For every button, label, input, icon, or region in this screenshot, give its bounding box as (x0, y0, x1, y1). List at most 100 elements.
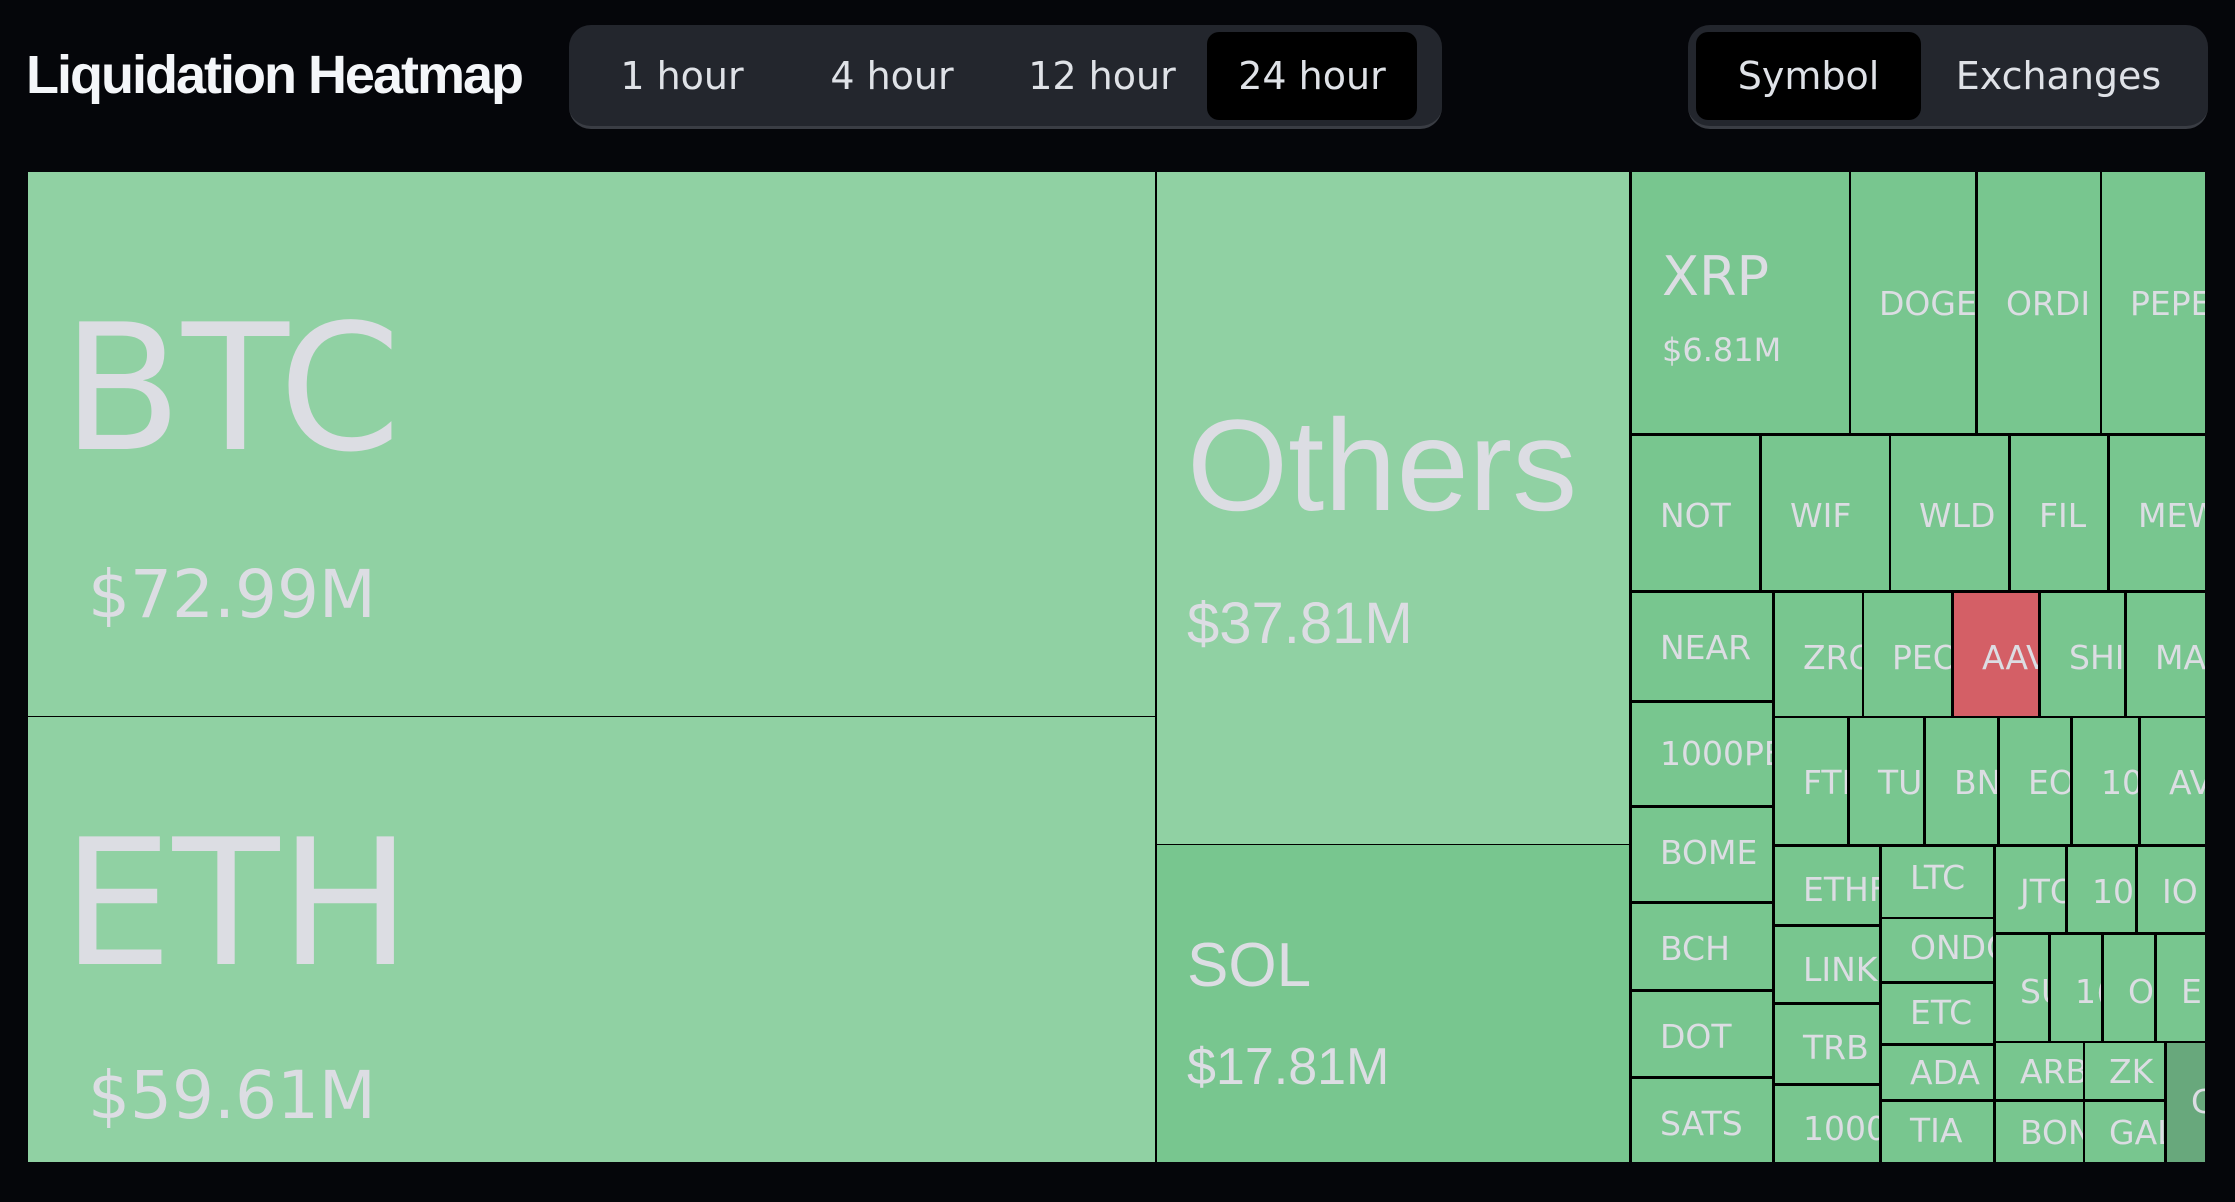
tile-not[interactable]: NOT (1632, 436, 1759, 590)
tile-symbol: GAL (2109, 1113, 2164, 1152)
tile-symbol: AV (2169, 763, 2205, 802)
tile-o[interactable]: O (2104, 935, 2154, 1041)
tile-near[interactable]: NEAR (1632, 593, 1772, 700)
tile-tia[interactable]: TIA (1882, 1102, 1993, 1162)
tile-symbol: SHI (2069, 638, 2124, 677)
tile-c[interactable]: C (2167, 1043, 2205, 1162)
tile-sats[interactable]: SATS (1632, 1079, 1772, 1162)
liquidation-treemap: BTC $72.99M ETH $59.61M Others $37.81M SOL $17.… (28, 172, 2205, 1162)
tile-symbol: 10 (2101, 763, 2138, 802)
tile-io[interactable]: IO (2138, 847, 2205, 932)
tile-trb[interactable]: TRB (1775, 1005, 1879, 1083)
page-title: Liquidation Heatmap (26, 45, 524, 105)
tile-10[interactable]: 10 (2073, 718, 2138, 844)
tile-pepe[interactable]: PEPE (2102, 172, 2205, 433)
tile-symbol: SATS (1660, 1104, 1743, 1143)
timeframe-selector: 1 hour 4 hour 12 hour 24 hour (569, 25, 1442, 129)
tile-bch[interactable]: BCH (1632, 904, 1772, 989)
tile-wld[interactable]: WLD (1891, 436, 2008, 590)
tile-symbol: ORDI (2006, 284, 2091, 323)
tile-jto[interactable]: JTO (1996, 847, 2065, 932)
tile-1000s[interactable]: 1000S (1775, 1086, 1879, 1162)
tile-shi[interactable]: SHI (2041, 593, 2124, 716)
tile-symbol: LTC (1910, 858, 1966, 897)
tile-etc[interactable]: ETC (1882, 984, 1993, 1043)
tile-link[interactable]: LINK (1775, 927, 1879, 1002)
tile-ethf[interactable]: ETHF (1775, 847, 1879, 924)
tile-mew[interactable]: MEW (2110, 436, 2205, 590)
tile-value: $17.81M (1187, 1038, 1390, 1096)
tile-e[interactable]: E (2157, 935, 2205, 1041)
tile-symbol: 1000PE (1660, 734, 1772, 773)
tile-symbol: PEO (1892, 638, 1951, 677)
tile-symbol: AAV (1982, 638, 2038, 677)
tile-symbol: ETHF (1803, 870, 1879, 909)
tile-peo[interactable]: PEO (1864, 593, 1951, 716)
tile-fti[interactable]: FTI (1775, 718, 1847, 844)
tile-symbol: ETH (62, 803, 412, 1006)
tile-symbol: BCH (1660, 929, 1730, 968)
tile-bn[interactable]: BN (1926, 718, 1997, 844)
tile-symbol: 1000S (1803, 1109, 1879, 1148)
tile-symbol: WIF (1790, 496, 1852, 535)
tile-fil[interactable]: FIL (2011, 436, 2107, 590)
tile-symbol: BOME (1660, 833, 1758, 872)
tile-symbol: DOT (1660, 1017, 1732, 1056)
tile-1000pe[interactable]: 1000PE (1632, 703, 1772, 805)
tile-av[interactable]: AV (2141, 718, 2205, 844)
tile-symbol: SU (2020, 972, 2048, 1011)
timeframe-1-hour[interactable]: 1 hour (577, 32, 787, 120)
timeframe-4-hour[interactable]: 4 hour (787, 32, 997, 120)
tile-ada[interactable]: ADA (1882, 1046, 1993, 1099)
timeframe-24-hour[interactable]: 24 hour (1207, 31, 1417, 120)
tile-symbol: DOGE (1879, 284, 1975, 323)
tile-symbol: Others (1187, 392, 1578, 538)
tile-symbol: ZRO (1803, 638, 1862, 677)
tile-xrp[interactable]: XRP $6.81M (1632, 172, 1849, 433)
tile-eth[interactable]: ETH $59.61M (28, 717, 1155, 1162)
tile-dot[interactable]: DOT (1632, 992, 1772, 1076)
tile-ltc[interactable]: LTC (1882, 847, 1993, 917)
tile-symbol: MEW (2138, 496, 2205, 535)
tile-symbol: PEPE (2130, 284, 2205, 323)
tile-zk[interactable]: ZK (2085, 1043, 2164, 1099)
tile-btc[interactable]: BTC $72.99M (28, 172, 1155, 716)
tile-1[interactable]: 1( (2051, 935, 2101, 1041)
tile-symbol: IO (2162, 872, 2198, 911)
tile-eo[interactable]: EO (2000, 718, 2070, 844)
tile-su[interactable]: SU (1996, 935, 2048, 1041)
tile-value: $72.99M (88, 556, 376, 633)
view-exchanges-button[interactable]: Exchanges (1921, 32, 2196, 120)
tile-symbol: ETC (1910, 993, 1973, 1032)
tile-ondo[interactable]: ONDO (1882, 919, 1993, 981)
tile-symbol: C (2191, 1082, 2205, 1121)
tile-symbol: TU (1878, 763, 1923, 802)
tile-symbol: TRB (1803, 1028, 1869, 1067)
tile-symbol: TIA (1910, 1111, 1963, 1150)
tile-symbol: E (2181, 972, 2202, 1011)
tile-doge[interactable]: DOGE (1851, 172, 1975, 433)
tile-ma[interactable]: MA (2127, 593, 2205, 716)
tile-symbol: WLD (1919, 496, 1996, 535)
tile-bon[interactable]: BON (1996, 1102, 2083, 1162)
tile-ordi[interactable]: ORDI (1978, 172, 2100, 433)
tile-symbol: 100 (2092, 872, 2135, 911)
tile-symbol: ARB (2020, 1052, 2083, 1091)
tile-value: $6.81M (1662, 331, 1782, 369)
timeframe-12-hour[interactable]: 12 hour (997, 32, 1207, 120)
tile-gal[interactable]: GAL (2085, 1102, 2164, 1162)
tile-others[interactable]: Others $37.81M (1157, 172, 1629, 844)
view-symbol-button[interactable]: Symbol (1696, 31, 1921, 120)
tile-bome[interactable]: BOME (1632, 808, 1772, 901)
tile-wif[interactable]: WIF (1762, 436, 1889, 590)
tile-aav[interactable]: AAV (1954, 593, 2038, 716)
tile-zro[interactable]: ZRO (1775, 593, 1862, 716)
tile-sol[interactable]: SOL $17.81M (1157, 845, 1629, 1162)
tile-symbol: NEAR (1660, 628, 1752, 667)
tile-symbol: BTC (62, 288, 401, 491)
tile-symbol: ZK (2109, 1052, 2154, 1091)
tile-tu[interactable]: TU (1850, 718, 1923, 844)
tile-symbol: EO (2028, 763, 2070, 802)
tile-arb[interactable]: ARB (1996, 1043, 2083, 1099)
tile-100[interactable]: 100 (2068, 847, 2135, 932)
